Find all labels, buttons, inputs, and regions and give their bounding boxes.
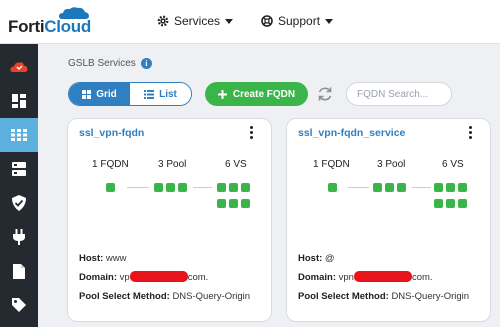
- vs-count: 6 VS: [225, 159, 247, 170]
- list-view-icon: [144, 89, 155, 99]
- redaction-mark: [129, 271, 188, 282]
- fqdn-search-input[interactable]: [346, 82, 452, 106]
- support-menu[interactable]: Support: [261, 14, 334, 28]
- pool-status-square: [397, 183, 406, 192]
- support-icon: [261, 15, 273, 27]
- chevron-down-icon: [225, 18, 234, 24]
- left-sidebar: [0, 44, 38, 327]
- vs-status-square: [217, 199, 226, 208]
- services-label: Services: [174, 14, 221, 28]
- vs-status-square: [229, 183, 238, 192]
- vs-status-square: [458, 199, 467, 208]
- refresh-icon[interactable]: [316, 85, 334, 103]
- pool-count: 3 Pool: [377, 159, 406, 170]
- view-toggle: Grid List: [68, 82, 192, 106]
- grid-view-button[interactable]: Grid: [69, 83, 130, 105]
- vs-status-square: [434, 199, 443, 208]
- grid-apps-icon: [11, 129, 27, 141]
- vs-status-square: [458, 183, 467, 192]
- sidebar-item-connectors[interactable]: [0, 220, 38, 254]
- pool-status-square: [373, 183, 382, 192]
- vs-status-square: [229, 199, 238, 208]
- services-gear-icon: [157, 15, 169, 27]
- pool-status-square: [166, 183, 175, 192]
- cloud-icon: [10, 62, 28, 72]
- fqdn-count: 1 FQDN: [313, 159, 350, 170]
- connector-line: [193, 187, 212, 188]
- domain-detail: Domain: vpn com.: [298, 271, 433, 283]
- pool-count: 3 Pool: [158, 159, 187, 170]
- server-icon: [12, 162, 26, 176]
- vs-status-square: [241, 183, 250, 192]
- fqdn-card: ssl_vpn-fqdn_service 1 FQDN 3 Pool 6 VS …: [286, 118, 491, 322]
- top-header: FortiCloud Services Support: [0, 0, 500, 44]
- logo-text: FortiCloud: [8, 17, 91, 36]
- support-label: Support: [278, 14, 321, 28]
- fqdn-card-title[interactable]: ssl_vpn-fqdn_service: [298, 127, 405, 139]
- connector-line: [127, 187, 149, 188]
- list-view-button[interactable]: List: [130, 83, 191, 105]
- pool-status-square: [178, 183, 187, 192]
- host-detail: Host: www: [79, 253, 127, 264]
- page-title: GSLB Services: [68, 58, 136, 69]
- plus-icon: [217, 89, 227, 99]
- sidebar-item-security[interactable]: [0, 186, 38, 220]
- tag-icon: [12, 298, 26, 312]
- grid-view-icon: [82, 89, 92, 99]
- fqdn-count: 1 FQDN: [92, 159, 129, 170]
- plug-icon: [13, 229, 25, 245]
- more-options-icon[interactable]: [248, 126, 254, 140]
- vs-status-square: [446, 199, 455, 208]
- connector-line: [412, 187, 431, 188]
- sidebar-item-dashboard[interactable]: [0, 84, 38, 118]
- services-menu[interactable]: Services: [157, 14, 234, 28]
- shield-icon: [12, 195, 26, 211]
- create-fqdn-button[interactable]: Create FQDN: [205, 82, 308, 106]
- list-label: List: [159, 88, 177, 100]
- pool-method-detail: Pool Select Method: DNS-Query-Origin: [298, 291, 470, 302]
- sidebar-item-documents[interactable]: [0, 254, 38, 288]
- dashboard-icon: [12, 94, 26, 108]
- pool-status-square: [385, 183, 394, 192]
- pool-status-square: [154, 183, 163, 192]
- vs-status-square: [434, 183, 443, 192]
- more-options-icon[interactable]: [467, 126, 473, 140]
- sidebar-item-extra[interactable]: [0, 288, 38, 322]
- create-fqdn-label: Create FQDN: [232, 88, 296, 100]
- vs-status-square: [446, 183, 455, 192]
- breadcrumb: GSLB Services i: [68, 58, 152, 69]
- forticloud-logo[interactable]: FortiCloud: [8, 6, 91, 36]
- connector-line: [348, 187, 369, 188]
- pool-method-detail: Pool Select Method: DNS-Query-Origin: [79, 291, 251, 302]
- fqdn-status-square: [328, 183, 337, 192]
- sidebar-item-gslb[interactable]: [0, 118, 38, 152]
- redaction-mark: [353, 271, 412, 282]
- domain-detail: Domain: vp com.: [79, 271, 209, 283]
- chevron-down-icon: [325, 18, 334, 24]
- info-icon[interactable]: i: [140, 58, 152, 69]
- vs-count: 6 VS: [442, 159, 464, 170]
- fqdn-card-title[interactable]: ssl_vpn-fqdn: [79, 127, 144, 139]
- document-icon: [13, 263, 25, 279]
- sidebar-item-servers[interactable]: [0, 152, 38, 186]
- grid-label: Grid: [96, 88, 117, 100]
- fqdn-card: ssl_vpn-fqdn 1 FQDN 3 Pool 6 VS Host: ww…: [67, 118, 272, 322]
- fqdn-status-square: [106, 183, 115, 192]
- sidebar-item-cloud[interactable]: [0, 50, 38, 84]
- vs-status-square: [217, 183, 226, 192]
- host-detail: Host: @: [298, 253, 335, 264]
- vs-status-square: [241, 199, 250, 208]
